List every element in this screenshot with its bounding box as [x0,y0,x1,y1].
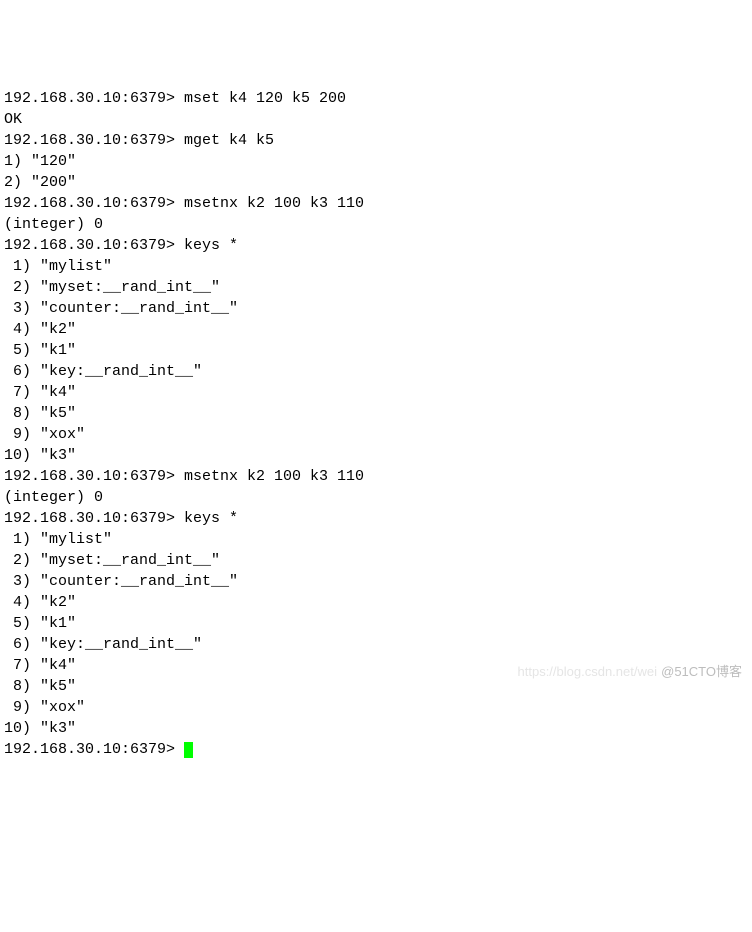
output-line: 9) "xox" [4,697,748,718]
output-line: 2) "myset:__rand_int__" [4,277,748,298]
output-line: 2) "200" [4,172,748,193]
output-line: 3) "counter:__rand_int__" [4,571,748,592]
output-line: 1) "mylist" [4,256,748,277]
output-line: 2) "myset:__rand_int__" [4,550,748,571]
output-line: 8) "k5" [4,676,748,697]
output-line: 10) "k3" [4,718,748,739]
output-line: (integer) 0 [4,214,748,235]
output-line: 5) "k1" [4,340,748,361]
output-line: (integer) 0 [4,487,748,508]
output-line: 10) "k3" [4,445,748,466]
prompt-text: 192.168.30.10:6379> [4,741,184,758]
output-line: 4) "k2" [4,592,748,613]
terminal-output: 192.168.30.10:6379> mset k4 120 k5 200OK… [4,88,748,760]
command-line: 192.168.30.10:6379> msetnx k2 100 k3 110 [4,193,748,214]
output-line: 1) "mylist" [4,529,748,550]
command-line: 192.168.30.10:6379> msetnx k2 100 k3 110 [4,466,748,487]
output-line: OK [4,109,748,130]
command-line: 192.168.30.10:6379> mget k4 k5 [4,130,748,151]
output-line: 5) "k1" [4,613,748,634]
output-line: 6) "key:__rand_int__" [4,634,748,655]
output-line: 3) "counter:__rand_int__" [4,298,748,319]
prompt-line[interactable]: 192.168.30.10:6379> [4,739,748,760]
command-line: 192.168.30.10:6379> mset k4 120 k5 200 [4,88,748,109]
output-line: 8) "k5" [4,403,748,424]
command-line: 192.168.30.10:6379> keys * [4,508,748,529]
output-line: 7) "k4" [4,655,748,676]
output-line: 1) "120" [4,151,748,172]
output-line: 6) "key:__rand_int__" [4,361,748,382]
output-line: 9) "xox" [4,424,748,445]
output-line: 4) "k2" [4,319,748,340]
output-line: 7) "k4" [4,382,748,403]
command-line: 192.168.30.10:6379> keys * [4,235,748,256]
cursor [184,742,193,758]
